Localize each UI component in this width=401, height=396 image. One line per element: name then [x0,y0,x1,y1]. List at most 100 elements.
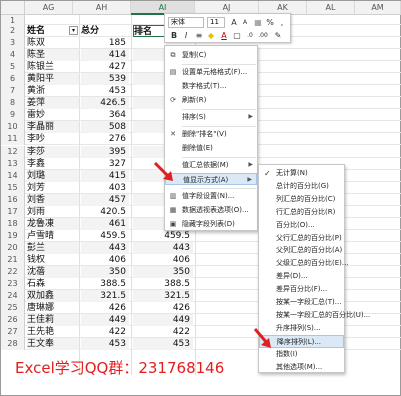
format-painter-icon[interactable]: ✎ [273,31,283,41]
total-cell[interactable]: 327 [81,158,129,170]
total-cell[interactable]: 461 [81,217,129,230]
fill-color-icon[interactable]: ◆ [206,31,216,41]
row-number[interactable]: 14 [1,169,25,182]
name-cell[interactable]: 王佳莉 [27,314,79,327]
context-menu-item[interactable]: 删除值(E) [165,142,257,154]
name-cell[interactable]: 黄浙 [27,85,79,97]
row-number[interactable]: 21 [1,253,25,266]
name-cell[interactable]: 黄阳平 [27,73,79,86]
total-cell[interactable]: 459.5 [81,230,129,242]
name-cell[interactable]: 陈圣 [27,49,79,62]
total-cell[interactable]: 453 [81,85,129,97]
name-cell[interactable]: 钱权 [27,254,79,266]
name-cell[interactable]: 彭兰 [27,241,79,254]
submenu-item[interactable]: 差异百分比(F)... [259,283,344,296]
total-cell[interactable]: 276 [81,133,129,145]
total-cell[interactable]: 总分 [81,25,129,37]
total-cell[interactable]: 453 [81,338,129,351]
name-cell[interactable]: 卢雪晴 [27,230,79,242]
borders-icon[interactable]: ▢ [232,31,242,41]
submenu-item[interactable]: 行汇总的百分比(R) [259,206,344,219]
row-number[interactable]: 27 [1,326,25,339]
row-number[interactable]: 8 [1,97,25,110]
total-cell[interactable]: 406 [81,254,129,266]
row-number[interactable]: 6 [1,73,25,86]
align-center-icon[interactable]: ≡ [194,31,204,41]
row-number[interactable]: 1 [1,15,25,25]
context-menu-item[interactable]: 值显示方式(A) ▶ [165,173,257,185]
total-cell[interactable]: 449 [81,314,129,327]
font-size-box[interactable]: 11 [207,17,225,28]
submenu-item[interactable]: 差异(D)... [259,270,344,283]
name-cell[interactable]: 王先艳 [27,326,79,338]
context-menu-item[interactable]: ▥ 值字段设置(N)... [165,190,257,202]
submenu-item[interactable]: 父列汇总的百分比(A) [259,244,344,257]
row-number[interactable]: 17 [1,205,25,218]
select-all-corner[interactable] [1,1,25,15]
name-cell[interactable]: 双加鑫 [27,290,79,303]
name-cell[interactable]: 王文奉 [27,338,79,351]
rank-cell[interactable]: 388.5 [133,278,193,290]
row-number[interactable]: 20 [1,241,25,254]
increase-decimal-icon[interactable]: .0 [245,31,255,41]
total-cell[interactable]: 539 [81,73,129,86]
submenu-item[interactable]: 按某一字段汇总的百分比(U)... [259,309,370,322]
submenu-item[interactable]: 百分比(O)... [259,219,344,232]
name-cell[interactable]: 刘雨 [27,206,79,218]
row-number[interactable]: 7 [1,85,25,98]
row-number[interactable]: 3 [1,37,25,50]
context-menu-item[interactable]: ⟳ 刷新(R) [165,94,257,106]
total-cell[interactable]: 508 [81,121,129,134]
name-cell[interactable]: 李晶丽 [27,121,79,134]
row-number[interactable]: 11 [1,133,25,146]
context-menu-item[interactable]: ▤ 设置单元格格式(F)... [165,66,257,78]
name-cell[interactable]: 李鑫 [27,158,79,170]
name-cell[interactable]: 陈银兰 [27,61,79,73]
row-number[interactable]: 10 [1,121,25,134]
context-menu-item[interactable]: 值汇总依据(M) ▶ [165,159,257,171]
submenu-item[interactable]: 总计的百分比(G) [259,180,344,193]
row-number[interactable]: 15 [1,181,25,194]
rank-cell[interactable]: 321.5 [133,290,193,303]
rank-cell[interactable]: 426 [133,302,193,314]
context-menu-item[interactable]: ⧉ 复制(C) [165,49,257,61]
row-number[interactable]: 25 [1,302,25,315]
name-cell[interactable]: 陈双 [27,37,79,49]
total-cell[interactable]: 420.5 [81,206,129,218]
row-number[interactable]: 18 [1,217,25,230]
submenu-item[interactable]: 按某一字段汇总(T)... [259,296,344,309]
name-cell[interactable]: 刘香 [27,193,79,206]
total-cell[interactable]: 414 [81,49,129,62]
total-cell[interactable]: 422 [81,326,129,338]
submenu-item[interactable]: 父级汇总的百分比(E)... [259,257,349,270]
name-cell[interactable]: 雷妙 [27,109,79,121]
context-menu-item[interactable]: 排序(S) ▶ [165,111,257,123]
row-number[interactable]: 28 [1,338,25,351]
increase-font-icon[interactable]: A [229,18,239,28]
filter-dropdown-icon[interactable]: ▾ [69,26,78,35]
total-cell[interactable]: 443 [81,241,129,254]
submenu-item[interactable]: 列汇总的百分比(C) [259,193,344,206]
name-cell[interactable]: 龙魯凍 [27,217,79,230]
total-cell[interactable]: 395 [81,145,129,158]
column-header-al[interactable]: AL [307,1,355,15]
italic-button[interactable]: I [181,31,191,41]
row-number[interactable]: 4 [1,49,25,62]
rank-cell[interactable]: 459.5 [133,230,193,242]
total-cell[interactable]: 350 [81,266,129,278]
submenu-item[interactable]: 指数(I) [259,348,344,361]
row-number[interactable]: 9 [1,109,25,122]
total-cell[interactable]: 415 [81,169,129,182]
context-menu-item[interactable]: ▦ 数据透视表选项(O)... [165,204,257,216]
column-header-ag[interactable]: AG [25,1,73,15]
decrease-decimal-icon[interactable]: .00 [258,31,268,41]
font-name-box[interactable]: 宋体 [168,17,204,28]
row-number[interactable]: 19 [1,229,25,242]
submenu-item[interactable]: 其他选项(M)... [259,361,344,374]
row-number[interactable]: 12 [1,145,25,158]
row-number[interactable]: 13 [1,157,25,170]
rank-cell[interactable]: 350 [133,266,193,278]
total-cell[interactable]: 364 [81,109,129,121]
name-cell[interactable]: 李吵 [27,133,79,145]
total-cell[interactable]: 321.5 [81,290,129,303]
